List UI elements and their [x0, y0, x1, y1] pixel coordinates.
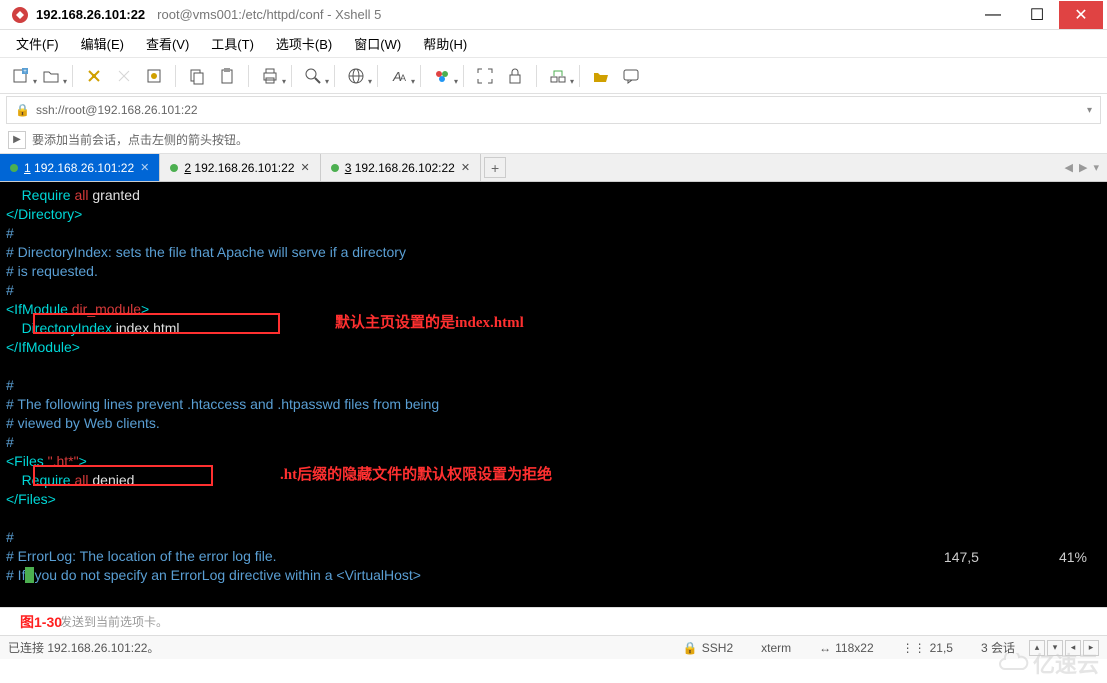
minimize-button[interactable]: ― [971, 1, 1015, 29]
tab-close-icon[interactable]: ✕ [461, 161, 470, 174]
address-url: ssh://root@192.168.26.101:22 [36, 103, 198, 117]
terminal-output[interactable]: Require all granted</Directory>## Direct… [0, 182, 1107, 607]
menu-tools[interactable]: 工具(T) [205, 30, 260, 57]
add-session-arrow-icon[interactable]: ▶ [8, 131, 26, 149]
input-hint: 发送到当前选项卡。 [60, 613, 168, 630]
command-input-bar[interactable]: 图1-30 发送到当前选项卡。 [0, 607, 1107, 635]
info-bar: ▶ 要添加当前会话，点击左侧的箭头按钮。 [0, 126, 1107, 154]
tab-nav: ◀ ▶ ▾ [1057, 154, 1107, 181]
menu-edit[interactable]: 编辑(E) [75, 30, 130, 57]
paste-icon[interactable] [214, 63, 240, 89]
status-connected: 已连接 192.168.26.101:22。 [8, 639, 159, 656]
tab-prev-icon[interactable]: ◀ [1065, 161, 1073, 174]
tab-bar: 1 192.168.26.101:22 ✕ 2 192.168.26.101:2… [0, 154, 1107, 182]
status-dot-icon [170, 164, 178, 172]
menu-window[interactable]: 窗口(W) [348, 30, 407, 57]
tab-close-icon[interactable]: ✕ [140, 161, 149, 174]
status-cursor: ⋮⋮ 21,5 [902, 641, 953, 655]
tab-close-icon[interactable]: ✕ [301, 161, 310, 174]
toolbar: +▾ ▾ ▾ ▾ ▾ AA▾ ▾ ▾ [0, 58, 1107, 94]
app-icon [10, 5, 30, 25]
status-dot-icon [10, 164, 18, 172]
tab-list-icon[interactable]: ▾ [1093, 161, 1099, 174]
svg-text:+: + [23, 69, 27, 75]
reconnect-icon[interactable] [81, 63, 107, 89]
vim-status: 147,541% [910, 529, 1087, 587]
fullscreen-icon[interactable] [472, 63, 498, 89]
address-dropdown-icon[interactable]: ▾ [1087, 105, 1092, 116]
status-bar: 已连接 192.168.26.101:22。 🔒 SSH2 xterm ↔ 11… [0, 635, 1107, 659]
new-session-icon[interactable]: +▾ [8, 63, 34, 89]
status-proto: 🔒 SSH2 [683, 641, 733, 655]
menu-help[interactable]: 帮助(H) [417, 30, 473, 57]
menu-file[interactable]: 文件(F) [10, 30, 65, 57]
chat-icon[interactable] [618, 63, 644, 89]
menu-view[interactable]: 查看(V) [140, 30, 195, 57]
disconnect-icon[interactable] [111, 63, 137, 89]
color-icon[interactable]: ▾ [429, 63, 455, 89]
encoding-icon[interactable]: ▾ [343, 63, 369, 89]
close-button[interactable]: ✕ [1059, 1, 1103, 29]
font-icon[interactable]: AA▾ [386, 63, 412, 89]
maximize-button[interactable]: ☐ [1015, 1, 1059, 29]
tab-next-icon[interactable]: ▶ [1079, 161, 1087, 174]
add-tab-button[interactable]: + [484, 157, 506, 178]
status-dot-icon [331, 164, 339, 172]
copy-icon[interactable] [184, 63, 210, 89]
annotation-2: .ht后缀的隐藏文件的默认权限设置为拒绝 [280, 466, 552, 485]
lock-icon[interactable] [502, 63, 528, 89]
open-icon[interactable]: ▾ [38, 63, 64, 89]
window-titlebar: 192.168.26.101:22 root@vms001:/etc/httpd… [0, 0, 1107, 30]
status-term: xterm [761, 641, 791, 655]
session-tab-2[interactable]: 2 192.168.26.101:22 ✕ [160, 154, 320, 181]
figure-label: 图1-30 [20, 612, 62, 632]
transfer-icon[interactable]: ▾ [545, 63, 571, 89]
session-tab-3[interactable]: 3 192.168.26.102:22 ✕ [321, 154, 481, 181]
find-icon[interactable]: ▾ [300, 63, 326, 89]
properties-icon[interactable] [141, 63, 167, 89]
info-text: 要添加当前会话，点击左侧的箭头按钮。 [32, 131, 248, 148]
menubar: 文件(F) 编辑(E) 查看(V) 工具(T) 选项卡(B) 窗口(W) 帮助(… [0, 30, 1107, 58]
status-size: ↔ 118x22 [819, 641, 873, 655]
title-path: root@vms001:/etc/httpd/conf - Xshell 5 [157, 7, 381, 22]
watermark: 亿速云 [997, 647, 1099, 679]
annotation-1: 默认主页设置的是index.html [335, 314, 524, 333]
session-tab-1[interactable]: 1 192.168.26.101:22 ✕ [0, 154, 160, 181]
menu-tabs[interactable]: 选项卡(B) [270, 30, 338, 57]
xftp-icon[interactable] [588, 63, 614, 89]
lock-small-icon: 🔒 [15, 103, 30, 117]
svg-text:A: A [400, 73, 406, 83]
title-ip: 192.168.26.101:22 [36, 7, 145, 22]
print-icon[interactable]: ▾ [257, 63, 283, 89]
address-bar[interactable]: 🔒 ssh://root@192.168.26.101:22 ▾ [6, 96, 1101, 124]
